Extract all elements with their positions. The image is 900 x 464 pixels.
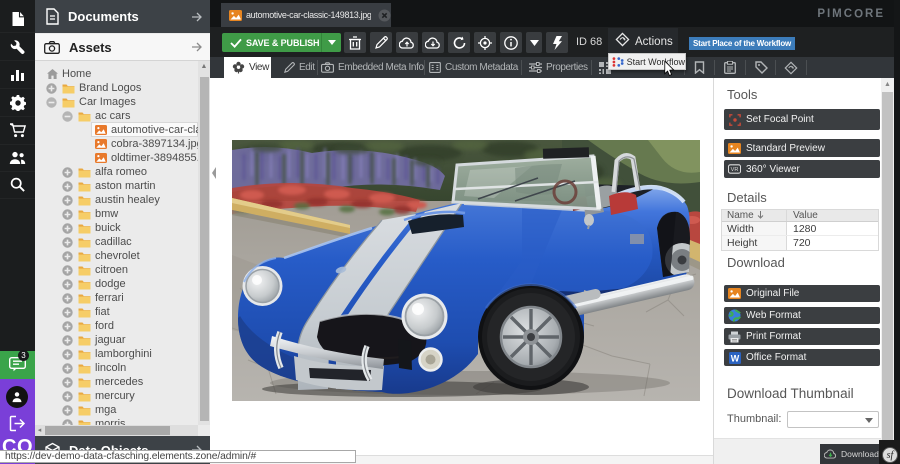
svg-text:W: W: [730, 353, 739, 363]
svg-text:VR: VR: [731, 167, 739, 173]
